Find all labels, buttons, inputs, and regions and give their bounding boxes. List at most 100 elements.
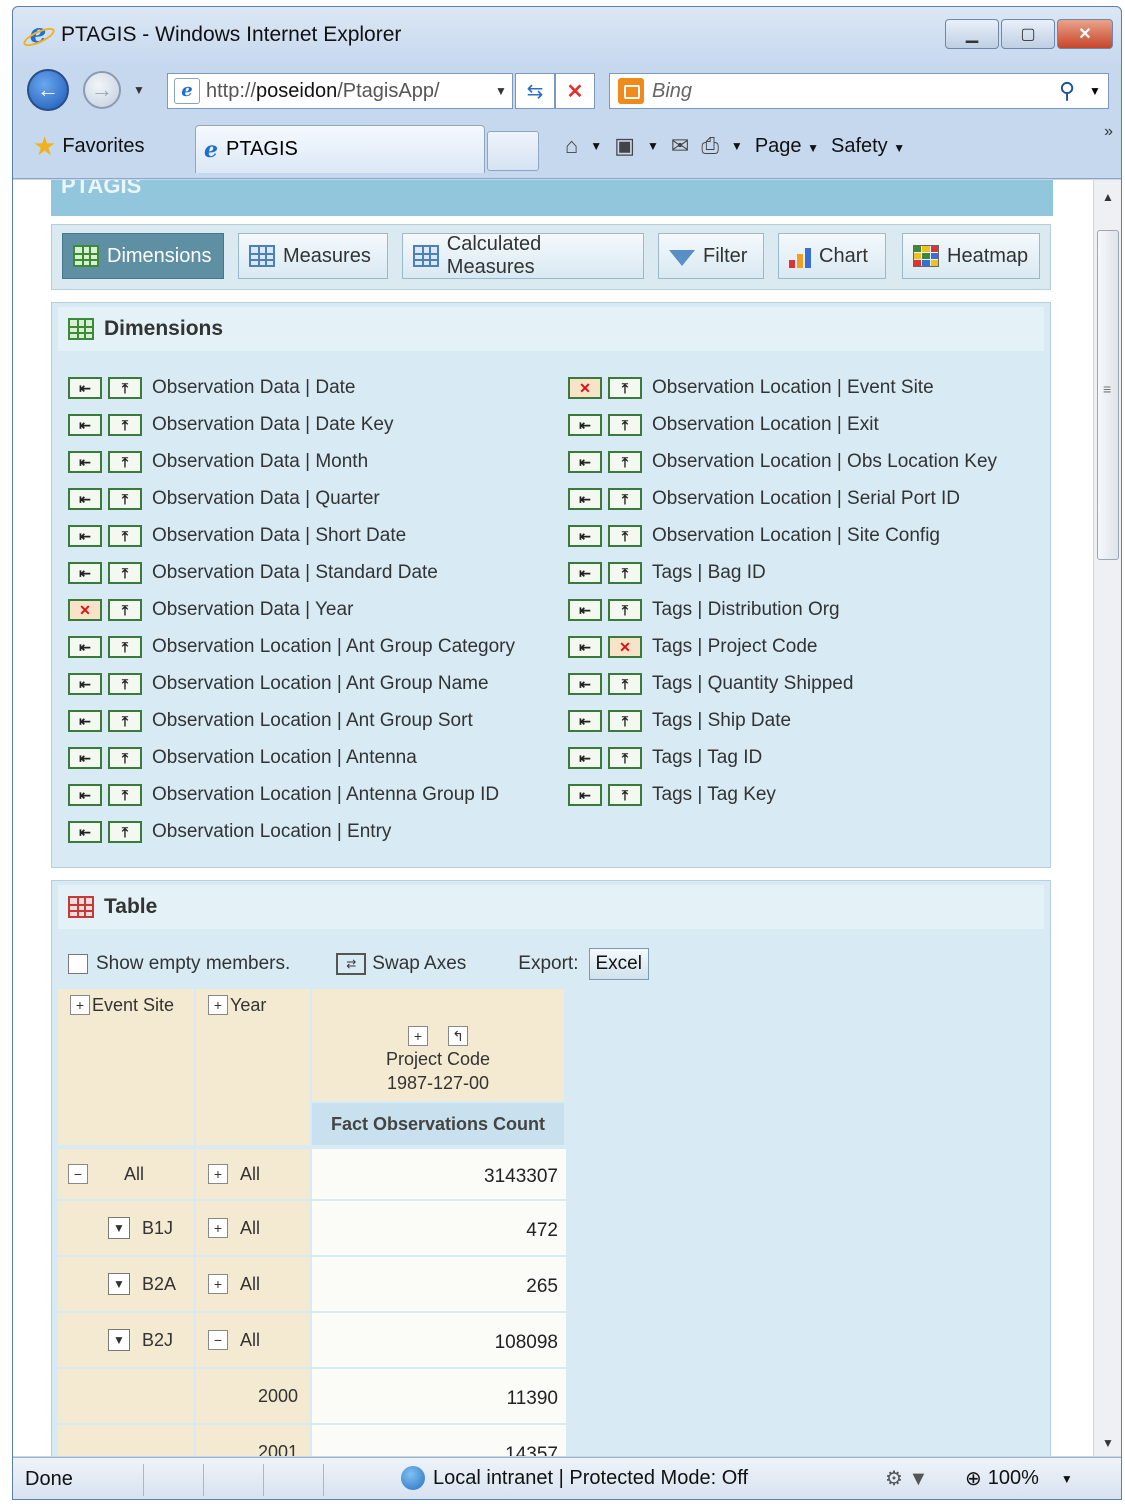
add-to-columns-icon[interactable]: ⤒ [608, 487, 642, 510]
expand-icon[interactable]: + [407, 1026, 428, 1046]
add-to-columns-icon[interactable]: ⤒ [108, 709, 142, 732]
add-to-columns-icon[interactable]: ⤒ [608, 672, 642, 695]
drill-up-icon[interactable]: ↰ [448, 1026, 468, 1046]
add-to-rows-icon[interactable]: ⇤ [568, 413, 602, 436]
add-to-columns-icon[interactable]: ⤒ [108, 820, 142, 843]
add-to-columns-icon[interactable]: ⤒ [108, 672, 142, 695]
zoom-dropdown-icon[interactable]: ▼ [1061, 1472, 1073, 1486]
scroll-down-icon[interactable]: ▼ [1094, 1430, 1121, 1456]
address-bar[interactable]: e http://poseidon/PtagisApp/ ▼ [167, 73, 513, 109]
tab-ptagis[interactable]: e PTAGIS [195, 125, 485, 173]
add-to-rows-icon[interactable]: ⇤ [68, 783, 102, 806]
filter-icon[interactable]: ▼ [108, 1217, 130, 1239]
add-to-rows-icon[interactable]: ⇤ [68, 524, 102, 547]
add-to-rows-icon[interactable]: ⇤ [568, 487, 602, 510]
home-icon[interactable]: ⌂ [565, 133, 578, 159]
show-empty-members-checkbox[interactable] [68, 954, 88, 974]
tab-filter[interactable]: Filter [658, 233, 764, 279]
add-to-columns-icon[interactable]: ⤒ [108, 561, 142, 584]
expand-icon[interactable]: + [208, 1164, 228, 1184]
collapse-icon[interactable]: − [68, 1164, 88, 1184]
favorites-button[interactable]: ★ Favorites [33, 133, 145, 159]
add-to-rows-icon[interactable]: ⇤ [68, 450, 102, 473]
new-tab-button[interactable] [487, 131, 539, 171]
add-to-rows-icon[interactable]: ⇤ [568, 524, 602, 547]
add-to-rows-icon[interactable]: ⇤ [568, 598, 602, 621]
refresh-button[interactable]: ⇆ [515, 73, 555, 109]
add-to-columns-icon[interactable]: ⤒ [108, 783, 142, 806]
feeds-dropdown-icon[interactable]: ▼ [647, 139, 659, 153]
back-button[interactable]: ← [27, 69, 69, 111]
add-to-columns-icon[interactable]: ⤒ [108, 376, 142, 399]
search-placeholder[interactable]: Bing [652, 80, 1052, 103]
add-to-rows-icon[interactable]: ⇤ [568, 635, 602, 658]
print-icon[interactable]: ⎙ [701, 133, 719, 159]
filter-icon[interactable]: ▼ [108, 1273, 130, 1295]
remove-from-rows-icon[interactable]: ✕ [68, 598, 102, 621]
add-to-rows-icon[interactable]: ⇤ [568, 709, 602, 732]
add-to-rows-icon[interactable]: ⇤ [568, 672, 602, 695]
minimize-button[interactable]: ▁ [945, 19, 999, 49]
page-menu[interactable]: Page ▼ [755, 135, 819, 158]
add-to-columns-icon[interactable]: ⤒ [608, 598, 642, 621]
home-dropdown-icon[interactable]: ▼ [590, 139, 602, 153]
add-to-rows-icon[interactable]: ⇤ [568, 783, 602, 806]
year-header[interactable]: + Year [196, 989, 312, 1147]
safety-menu[interactable]: Safety ▼ [831, 135, 905, 158]
add-to-columns-icon[interactable]: ⤒ [608, 561, 642, 584]
add-to-columns-icon[interactable]: ⤒ [608, 783, 642, 806]
protected-mode-icon[interactable]: ⚙ ▼ [885, 1466, 928, 1491]
tab-heatmap[interactable]: Heatmap [902, 233, 1040, 279]
collapse-icon[interactable]: − [208, 1330, 228, 1350]
vertical-scrollbar[interactable]: ▲ ▼ [1093, 180, 1121, 1456]
add-to-columns-icon[interactable]: ⤒ [608, 413, 642, 436]
feeds-icon[interactable]: ▣ [614, 133, 635, 159]
zoom-control[interactable]: ⊕ 100% ▼ [965, 1466, 1073, 1491]
add-to-rows-icon[interactable]: ⇤ [68, 413, 102, 436]
search-dropdown-icon[interactable]: ▼ [1082, 84, 1108, 98]
add-to-rows-icon[interactable]: ⇤ [568, 561, 602, 584]
add-to-columns-icon[interactable]: ⤒ [108, 598, 142, 621]
add-to-rows-icon[interactable]: ⇤ [68, 635, 102, 658]
search-icon[interactable]: ⚲ [1052, 78, 1082, 104]
expand-icon[interactable]: + [208, 1274, 228, 1294]
tab-dimensions[interactable]: Dimensions [62, 233, 224, 279]
print-dropdown-icon[interactable]: ▼ [731, 139, 743, 153]
add-to-rows-icon[interactable]: ⇤ [68, 672, 102, 695]
remove-from-columns-icon[interactable]: ✕ [608, 635, 642, 658]
add-to-rows-icon[interactable]: ⇤ [68, 561, 102, 584]
add-to-rows-icon[interactable]: ⇤ [68, 376, 102, 399]
excel-export-button[interactable]: Excel [588, 948, 649, 980]
tab-chart[interactable]: Chart [778, 233, 886, 279]
expand-icon[interactable]: + [208, 1218, 228, 1238]
add-to-columns-icon[interactable]: ⤒ [108, 746, 142, 769]
add-to-rows-icon[interactable]: ⇤ [68, 709, 102, 732]
address-url[interactable]: http://poseidon/PtagisApp/ [206, 80, 490, 103]
remove-from-rows-icon[interactable]: ✕ [568, 376, 602, 399]
expand-icon[interactable]: + [208, 995, 228, 1015]
add-to-columns-icon[interactable]: ⤒ [608, 746, 642, 769]
chevron-more-icon[interactable]: » [1104, 123, 1113, 141]
search-box[interactable]: Bing ⚲ ▼ [609, 73, 1109, 109]
forward-button[interactable]: → [83, 71, 121, 109]
event-site-header[interactable]: + Event Site [58, 989, 196, 1147]
maximize-button[interactable]: ▢ [1001, 19, 1055, 49]
swap-axes-button[interactable]: Swap Axes [372, 953, 466, 975]
tab-calculated-measures[interactable]: Calculated Measures [402, 233, 644, 279]
mail-icon[interactable]: ✉ [671, 133, 689, 159]
add-to-columns-icon[interactable]: ⤒ [108, 413, 142, 436]
expand-icon[interactable]: + [70, 995, 90, 1015]
filter-icon[interactable]: ▼ [108, 1329, 130, 1351]
add-to-rows-icon[interactable]: ⇤ [68, 746, 102, 769]
add-to-columns-icon[interactable]: ⤒ [608, 376, 642, 399]
add-to-columns-icon[interactable]: ⤒ [608, 524, 642, 547]
scroll-up-icon[interactable]: ▲ [1094, 184, 1121, 210]
close-button[interactable]: ✕ [1057, 19, 1113, 49]
history-dropdown-icon[interactable]: ▼ [133, 83, 145, 97]
add-to-columns-icon[interactable]: ⤒ [108, 450, 142, 473]
add-to-columns-icon[interactable]: ⤒ [608, 709, 642, 732]
add-to-rows-icon[interactable]: ⇤ [68, 820, 102, 843]
add-to-columns-icon[interactable]: ⤒ [608, 450, 642, 473]
add-to-rows-icon[interactable]: ⇤ [568, 450, 602, 473]
tab-measures[interactable]: Measures [238, 233, 388, 279]
